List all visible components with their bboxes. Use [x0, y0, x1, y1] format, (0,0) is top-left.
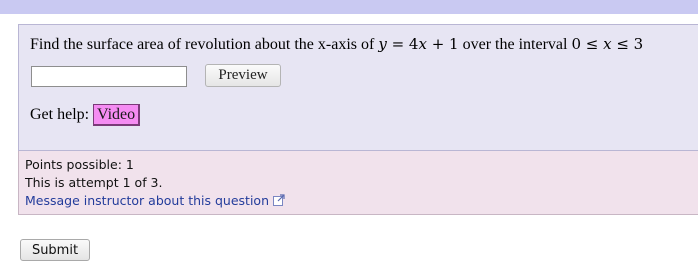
function-expression: y = 4x + 1 — [378, 35, 459, 53]
preview-button[interactable]: Preview — [205, 64, 281, 87]
message-instructor-link[interactable]: Message instructor about this question — [25, 193, 269, 208]
attempt-count: This is attempt 1 of 3. — [25, 175, 163, 190]
message-instructor-row: Message instructor about this question — [25, 193, 285, 209]
interval-expression: 0 ≤ x ≤ 3 — [571, 35, 644, 53]
answer-input[interactable] — [31, 66, 187, 87]
external-link-icon[interactable] — [273, 194, 285, 209]
points-possible: Points possible: 1 — [25, 157, 134, 172]
question-panel: Find the surface area of revolution abou… — [18, 24, 698, 151]
top-banner — [0, 0, 698, 14]
info-panel: Points possible: 1 This is attempt 1 of … — [18, 151, 698, 215]
video-help-button[interactable]: Video — [93, 104, 141, 126]
question-middle: over the interval — [458, 36, 572, 53]
question-prefix: Find the surface area of revolution abou… — [30, 36, 379, 53]
get-help-label: Get help: — [30, 106, 90, 123]
question-text: Find the surface area of revolution abou… — [30, 35, 643, 54]
